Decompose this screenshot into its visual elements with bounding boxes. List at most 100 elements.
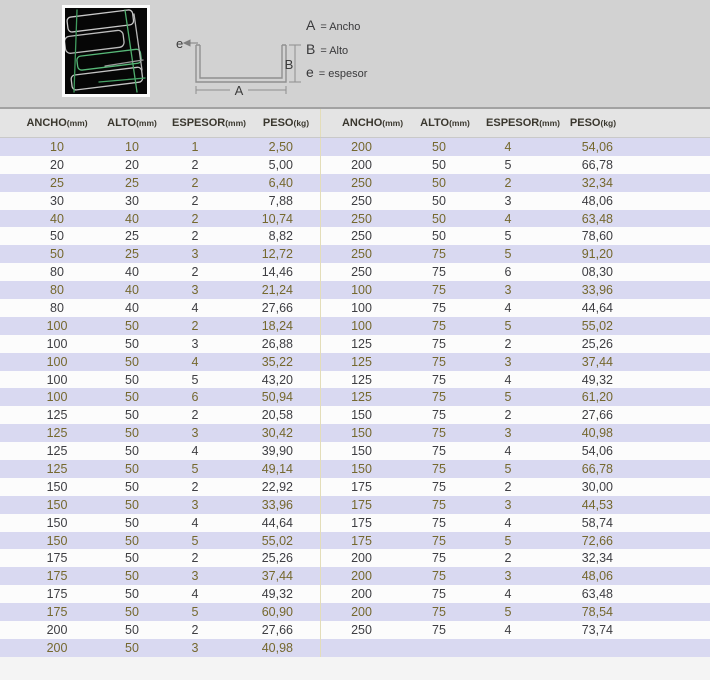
cell-peso-left: 20,58 xyxy=(261,408,293,423)
cell-peso-left: 6,40 xyxy=(268,175,293,190)
cell-peso-right: 54,06 xyxy=(581,444,613,459)
header-espesor-left: ESPESOR (mm) xyxy=(150,117,246,129)
cell-alto-right: 50 xyxy=(432,229,446,244)
cell-espesor-left: 4 xyxy=(191,444,199,459)
cell-peso-right: 78,60 xyxy=(581,229,613,244)
table-row: 100 50 3 26,88 125 75 2 25,26 xyxy=(0,334,710,353)
cell-ancho-right: 250 xyxy=(320,227,402,246)
cell-ancho-left: 20 xyxy=(50,157,64,172)
cell-alto-right: 50 xyxy=(432,211,446,226)
cell-alto-right: 75 xyxy=(432,283,446,298)
table-row: 80 40 4 27,66 100 75 4 44,64 xyxy=(0,299,710,317)
legend-item-alto: B = Alto xyxy=(306,41,367,65)
header-alto-left: ALTO (mm) xyxy=(107,117,157,129)
cell-peso-right: 48,06 xyxy=(581,193,613,208)
cell-peso-left: 14,46 xyxy=(261,265,293,280)
cell-alto-right: 75 xyxy=(432,587,446,602)
cell-espesor-left: 3 xyxy=(191,247,199,262)
cell-alto-left: 50 xyxy=(125,390,139,405)
cell-peso-right: 33,96 xyxy=(581,283,613,298)
cell-espesor-left: 4 xyxy=(191,587,199,602)
cell-peso-left: 33,96 xyxy=(261,497,293,512)
legend-text-espesor: = espesor xyxy=(318,68,368,80)
cell-peso-left: 39,90 xyxy=(261,444,293,459)
cell-alto-left: 50 xyxy=(125,461,139,476)
cell-espesor-left: 3 xyxy=(191,497,199,512)
cell-alto-right: 75 xyxy=(432,354,446,369)
legend-symbol-a: A xyxy=(306,17,316,33)
cell-alto-right: 75 xyxy=(432,605,446,620)
cell-alto-right: 75 xyxy=(432,426,446,441)
cell-alto-left: 50 xyxy=(125,533,139,548)
cell-peso-left: 2,50 xyxy=(268,139,293,154)
header-ancho-left: ANCHO (mm) xyxy=(0,117,114,129)
cell-ancho-right: 100 xyxy=(320,281,402,300)
cell-espesor-right: 5 xyxy=(504,390,512,405)
cell-espesor-left: 3 xyxy=(191,426,199,441)
cell-alto-left: 50 xyxy=(125,479,139,494)
table-row: 50 25 2 8,82 250 50 5 78,60 xyxy=(0,227,710,246)
cell-peso-left: 10,74 xyxy=(261,211,293,226)
legend: A = Ancho B = Alto e = espesor xyxy=(306,17,367,88)
cell-ancho-left: 25 xyxy=(50,175,64,190)
cell-alto-right: 75 xyxy=(432,497,446,512)
cell-espesor-right: 5 xyxy=(504,247,512,262)
cell-ancho-left: 80 xyxy=(50,300,64,315)
cell-ancho-right: 175 xyxy=(320,477,402,496)
cell-peso-left: 37,44 xyxy=(261,569,293,584)
table-row: 150 50 4 44,64 175 75 4 58,74 xyxy=(0,513,710,532)
cell-ancho-left: 80 xyxy=(50,283,64,298)
product-photo xyxy=(62,5,150,97)
cell-espesor-right: 2 xyxy=(504,336,512,351)
cell-alto-left: 50 xyxy=(125,605,139,620)
cell-peso-left: 8,82 xyxy=(268,229,293,244)
cell-alto-right: 50 xyxy=(432,139,446,154)
cell-peso-left: 44,64 xyxy=(261,515,293,530)
cell-alto-left: 20 xyxy=(125,157,139,172)
cell-espesor-right: 3 xyxy=(504,354,512,369)
cell-peso-right: 08,30 xyxy=(581,265,613,280)
cell-ancho-left: 150 xyxy=(46,479,68,494)
cell-alto-left: 50 xyxy=(125,622,139,637)
cell-espesor-right: 5 xyxy=(504,318,512,333)
cell-peso-right: 44,53 xyxy=(581,497,613,512)
cell-ancho-right: 100 xyxy=(320,316,402,335)
cell-peso-left: 35,22 xyxy=(261,354,293,369)
header-peso-left-unit: (kg) xyxy=(293,118,310,128)
cell-espesor-right: 3 xyxy=(504,497,512,512)
cell-peso-right: 78,54 xyxy=(581,605,613,620)
cell-espesor-right: 2 xyxy=(504,551,512,566)
cell-ancho-left: 200 xyxy=(46,640,68,655)
header-ancho-right-unit: (mm) xyxy=(382,118,404,128)
header-alto-right-label: ALTO xyxy=(420,117,450,129)
cell-espesor-left: 2 xyxy=(191,622,199,637)
cell-ancho-left: 125 xyxy=(46,426,68,441)
bottom-band xyxy=(0,657,710,680)
cell-peso-right: 72,66 xyxy=(581,533,613,548)
cell-alto-left: 50 xyxy=(125,318,139,333)
cell-peso-right: 27,66 xyxy=(581,408,613,423)
table-row: 40 40 2 10,74 250 50 4 63,48 xyxy=(0,209,710,228)
cell-ancho-left: 40 xyxy=(50,211,64,226)
diagram-label-a: A xyxy=(235,83,244,98)
table-row: 150 50 3 33,96 175 75 3 44,53 xyxy=(0,495,710,514)
cell-alto-left: 50 xyxy=(125,336,139,351)
cell-peso-left: 40,98 xyxy=(261,640,293,655)
cell-ancho-left: 100 xyxy=(46,318,68,333)
table-header-row: ANCHO (mm) ALTO (mm) ESPESOR (mm) PESO (kg) … xyxy=(0,107,710,138)
cell-espesor-left: 3 xyxy=(191,283,199,298)
cell-ancho-left: 50 xyxy=(50,229,64,244)
cell-peso-left: 30,42 xyxy=(261,426,293,441)
cell-ancho-left: 10 xyxy=(50,139,64,154)
cell-peso-right: 54,06 xyxy=(581,139,613,154)
cell-alto-right: 75 xyxy=(432,533,446,548)
cell-ancho-left: 175 xyxy=(46,587,68,602)
cell-peso-right: 37,44 xyxy=(581,354,613,369)
cell-espesor-left: 3 xyxy=(191,640,199,655)
cell-alto-left: 50 xyxy=(125,497,139,512)
cell-alto-right: 75 xyxy=(432,551,446,566)
cell-espesor-right: 4 xyxy=(504,139,512,154)
cell-espesor-left: 2 xyxy=(191,551,199,566)
table-row: 100 50 2 18,24 100 75 5 55,02 xyxy=(0,316,710,335)
cell-espesor-left: 3 xyxy=(191,336,199,351)
